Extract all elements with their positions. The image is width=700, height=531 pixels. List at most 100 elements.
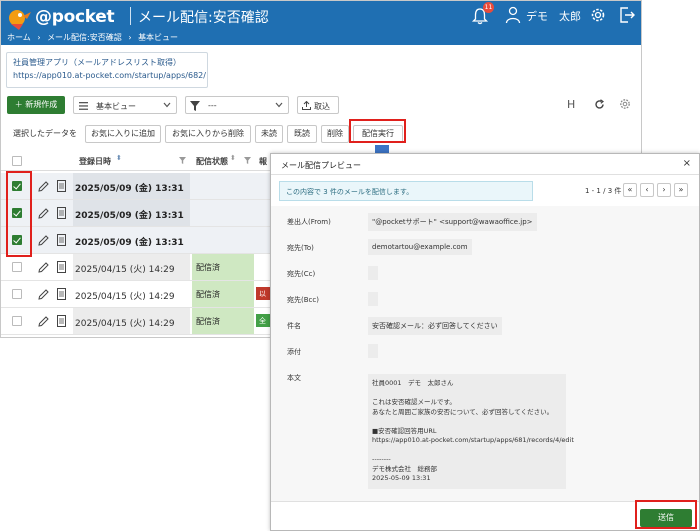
row-checkbox[interactable] [12, 316, 22, 326]
row-date: 2025/05/09 (金) 13:31 [75, 238, 184, 248]
top-header: @pocket メール配信:安否確認 ホーム › メール配信:安否確認 › 基本… [1, 1, 641, 45]
row-date: 2025/04/15 (火) 14:29 [75, 292, 175, 302]
remove-favorite-button[interactable]: お気に入りから削除 [165, 125, 251, 143]
column-header-extra[interactable]: 報 [259, 156, 267, 167]
from-value: "@pocketサポート" <support@wawaoffice.jp> [368, 213, 537, 231]
refresh-icon[interactable] [594, 99, 605, 110]
body-line [372, 417, 562, 427]
edit-pencil-icon[interactable] [38, 181, 49, 192]
body-line: https://app010.at-pocket.com/startup/app… [372, 436, 574, 444]
mail-fields: 差出人(From) "@pocketサポート" <support@wawaoff… [271, 206, 699, 501]
document-icon[interactable] [57, 261, 66, 273]
gear-icon[interactable] [589, 6, 607, 24]
cc-label: 宛先(Cc) [287, 270, 316, 278]
user-name[interactable]: デモ 太郎 [526, 8, 581, 24]
row-checkbox[interactable] [12, 262, 22, 272]
view-select-value: 基本ビュー [96, 102, 136, 111]
edit-pencil-icon[interactable] [38, 316, 49, 327]
source-app-info[interactable]: 社員管理アプリ（メールアドレスリスト取得） https://app010.at-… [6, 52, 208, 88]
subject-label: 件名 [287, 322, 301, 330]
document-icon[interactable] [57, 180, 66, 192]
body-line [372, 446, 562, 456]
chevron-down-icon [275, 102, 283, 108]
dialog-divider [271, 174, 699, 175]
document-icon[interactable] [57, 207, 66, 219]
settings-gear-icon[interactable] [619, 98, 631, 110]
mark-read-button[interactable]: 既読 [287, 125, 317, 143]
pager-count: 1 - 1 / 3 件 [585, 187, 622, 195]
upload-icon [302, 101, 311, 110]
mark-unread-button[interactable]: 未読 [255, 125, 283, 143]
filter-select[interactable]: --- [185, 96, 289, 114]
sort-icon[interactable]: ⬍ [230, 154, 236, 162]
column-filter-icon[interactable] [179, 157, 186, 164]
column-header-date[interactable]: 登録日時 [79, 156, 111, 167]
logo-bird-icon [9, 10, 31, 30]
row-date: 2025/04/15 (火) 14:29 [75, 265, 175, 275]
document-icon[interactable] [57, 315, 66, 327]
row-date: 2025/05/09 (金) 13:31 [75, 211, 184, 221]
list-icon [79, 102, 88, 110]
filter-icon [190, 101, 200, 111]
to-value: demotartou@example.com [368, 239, 472, 255]
status-cell: 配信済 [192, 281, 254, 307]
logo-text: @pocket [35, 7, 115, 27]
attachment-value [368, 344, 378, 358]
pager-last-button[interactable]: » [674, 183, 688, 197]
from-label: 差出人(From) [287, 218, 331, 226]
document-icon[interactable] [57, 234, 66, 246]
sort-icon[interactable]: ⬍ [116, 154, 122, 162]
body-line: あなたと周囲ご家族の安否について、必ず回答してください。 [372, 407, 554, 416]
breadcrumb-app[interactable]: メール配信:安否確認 [47, 33, 122, 42]
mail-preview-dialog: メール配信プレビュー × この内容で 3 件のメールを配信します。 1 - 1 … [270, 153, 700, 531]
info-message: この内容で 3 件のメールを配信します。 [279, 181, 533, 201]
source-app-name: 社員管理アプリ（メールアドレスリスト取得） [13, 58, 181, 67]
status-cell: 配信済 [192, 254, 254, 280]
import-button[interactable]: 取込 [297, 96, 339, 114]
status-cell: 配信済 [192, 308, 254, 334]
body-label: 本文 [287, 374, 301, 382]
body-line: ■安否確認回答用URL [372, 426, 437, 435]
breadcrumb-separator: › [37, 33, 41, 42]
column-header-status[interactable]: 配信状態 [196, 156, 228, 167]
notification-badge: 11 [483, 2, 494, 13]
user-icon[interactable] [505, 6, 521, 24]
cc-value [368, 266, 378, 280]
bulk-action-label: 選択したデータを [13, 129, 77, 138]
breadcrumb: ホーム › メール配信:安否確認 › 基本ビュー [7, 32, 182, 43]
dialog-title: メール配信プレビュー [281, 161, 361, 170]
screenshot-stage: @pocket メール配信:安否確認 ホーム › メール配信:安否確認 › 基本… [0, 0, 700, 531]
bcc-label: 宛先(Bcc) [287, 296, 319, 304]
body-line: これは安否確認メールです。 [372, 398, 456, 406]
view-select[interactable]: 基本ビュー [73, 96, 177, 114]
breadcrumb-home[interactable]: ホーム [7, 33, 31, 42]
body-line: 社員0001 デモ 太郎さん [372, 379, 454, 387]
edit-pencil-icon[interactable] [38, 235, 49, 246]
close-icon[interactable]: × [683, 158, 691, 169]
pager-first-button[interactable]: « [623, 183, 637, 197]
new-record-button[interactable]: ＋ 新規作成 [7, 96, 65, 114]
height-toggle-icon[interactable]: H [567, 98, 575, 111]
edit-pencil-icon[interactable] [38, 289, 49, 300]
chevron-down-icon [163, 102, 171, 108]
edit-pencil-icon[interactable] [38, 208, 49, 219]
import-label: 取込 [314, 102, 330, 111]
select-all-checkbox[interactable] [12, 156, 22, 166]
attachment-label: 添付 [287, 348, 301, 356]
checkbox-highlight-box [6, 171, 32, 257]
row-date: 2025/05/09 (金) 13:31 [75, 184, 184, 194]
document-icon[interactable] [57, 288, 66, 300]
body-line: -------- [372, 455, 391, 463]
execute-highlight-box [349, 119, 406, 143]
source-app-url[interactable]: https://app010.at-pocket.com/startup/app… [13, 71, 206, 80]
edit-pencil-icon[interactable] [38, 262, 49, 273]
add-favorite-button[interactable]: お気に入りに追加 [85, 125, 161, 143]
logout-icon[interactable] [618, 6, 636, 24]
to-label: 宛先(To) [287, 244, 314, 252]
pager-prev-button[interactable]: ‹ [640, 183, 654, 197]
row-checkbox[interactable] [12, 289, 22, 299]
column-filter-icon[interactable] [244, 157, 251, 164]
subject-value: 安否確認メール：必ず回答してください [368, 317, 502, 335]
pager-next-button[interactable]: › [657, 183, 671, 197]
delete-button[interactable]: 削除 [321, 125, 349, 143]
